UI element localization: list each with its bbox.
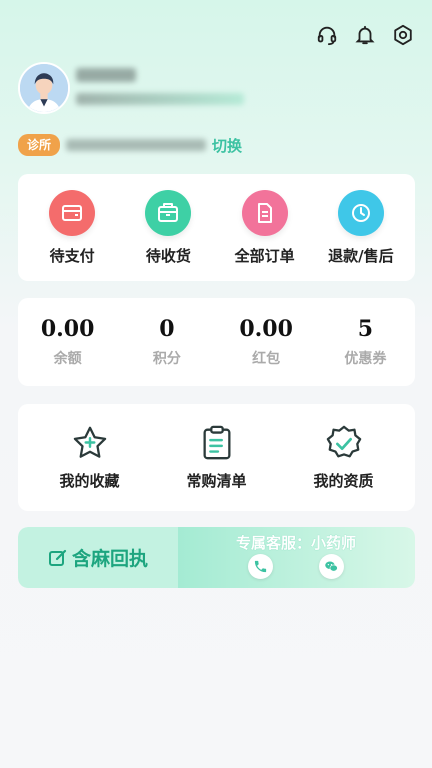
wallet-icon (49, 189, 96, 236)
wechat-icon[interactable] (319, 554, 344, 579)
package-icon (145, 189, 192, 236)
customer-service-panel: 专属客服：小药师 (178, 527, 415, 588)
settings-icon[interactable] (392, 24, 414, 46)
clipboard-icon (203, 425, 230, 460)
wallet-points[interactable]: 0 积分 (122, 316, 212, 368)
wallet-value: 5 (357, 316, 374, 342)
wallet-balance[interactable]: 0.00 余额 (23, 316, 113, 368)
customer-service-title: 专属客服：小药师 (236, 534, 357, 552)
tool-label: 我的收藏 (59, 472, 120, 490)
badge-check-icon (326, 425, 361, 458)
wallet-coupons[interactable]: 5 优惠券 (320, 316, 410, 368)
tool-favorites[interactable]: 我的收藏 (35, 424, 145, 491)
profile-section[interactable] (18, 62, 70, 114)
wallet-label: 积分 (152, 351, 181, 367)
tools-card: 我的收藏 常购清单 我的资质 (18, 404, 415, 511)
tool-label: 常购清单 (186, 472, 247, 490)
wallet-card: 0.00 余额 0 积分 0.00 红包 5 优惠券 (18, 298, 415, 386)
order-label: 退款/售后 (328, 246, 394, 265)
wallet-label: 红包 (252, 351, 281, 367)
narcotic-receipt-button[interactable]: 含麻回执 (18, 527, 178, 588)
wallet-value: 0 (159, 316, 175, 342)
service-banner: 含麻回执 专属客服：小药师 (18, 527, 415, 588)
clinic-badge: 诊所 (18, 134, 61, 156)
wallet-value: 0.00 (239, 316, 293, 342)
tool-qualifications[interactable]: 我的资质 (289, 424, 399, 491)
order-label: 待支付 (49, 246, 95, 265)
avatar[interactable] (18, 62, 70, 114)
order-refund[interactable]: 退款/售后 (315, 189, 407, 266)
wallet-red-packet[interactable]: 0.00 红包 (221, 316, 311, 368)
header-icons (316, 24, 414, 46)
star-icon (73, 426, 106, 458)
headset-icon[interactable] (316, 24, 338, 46)
document-icon (241, 189, 288, 236)
wallet-label: 优惠券 (344, 351, 387, 367)
tool-label: 我的资质 (313, 472, 374, 490)
order-all[interactable]: 全部订单 (219, 189, 311, 266)
bell-icon[interactable] (354, 24, 376, 46)
clinic-name-redacted (66, 139, 207, 151)
order-label: 全部订单 (234, 246, 295, 265)
user-name-redacted (76, 68, 136, 82)
wallet-label: 余额 (53, 351, 82, 367)
order-pending-receipt[interactable]: 待收货 (122, 189, 214, 266)
tool-purchase-list[interactable]: 常购清单 (162, 424, 272, 491)
clock-icon (337, 189, 384, 236)
edit-icon (48, 549, 67, 566)
switch-clinic-link[interactable]: 切换 (212, 135, 242, 156)
order-pending-payment[interactable]: 待支付 (26, 189, 118, 266)
phone-icon[interactable] (248, 554, 273, 579)
order-label: 待收货 (145, 246, 191, 265)
user-info-redacted (76, 93, 244, 105)
wallet-value: 0.00 (40, 316, 95, 342)
narcotic-receipt-label: 含麻回执 (71, 548, 148, 570)
clinic-row: 诊所 切换 (18, 134, 242, 156)
orders-card: 待支付 待收货 全部订单 退款/售后 (18, 174, 415, 281)
